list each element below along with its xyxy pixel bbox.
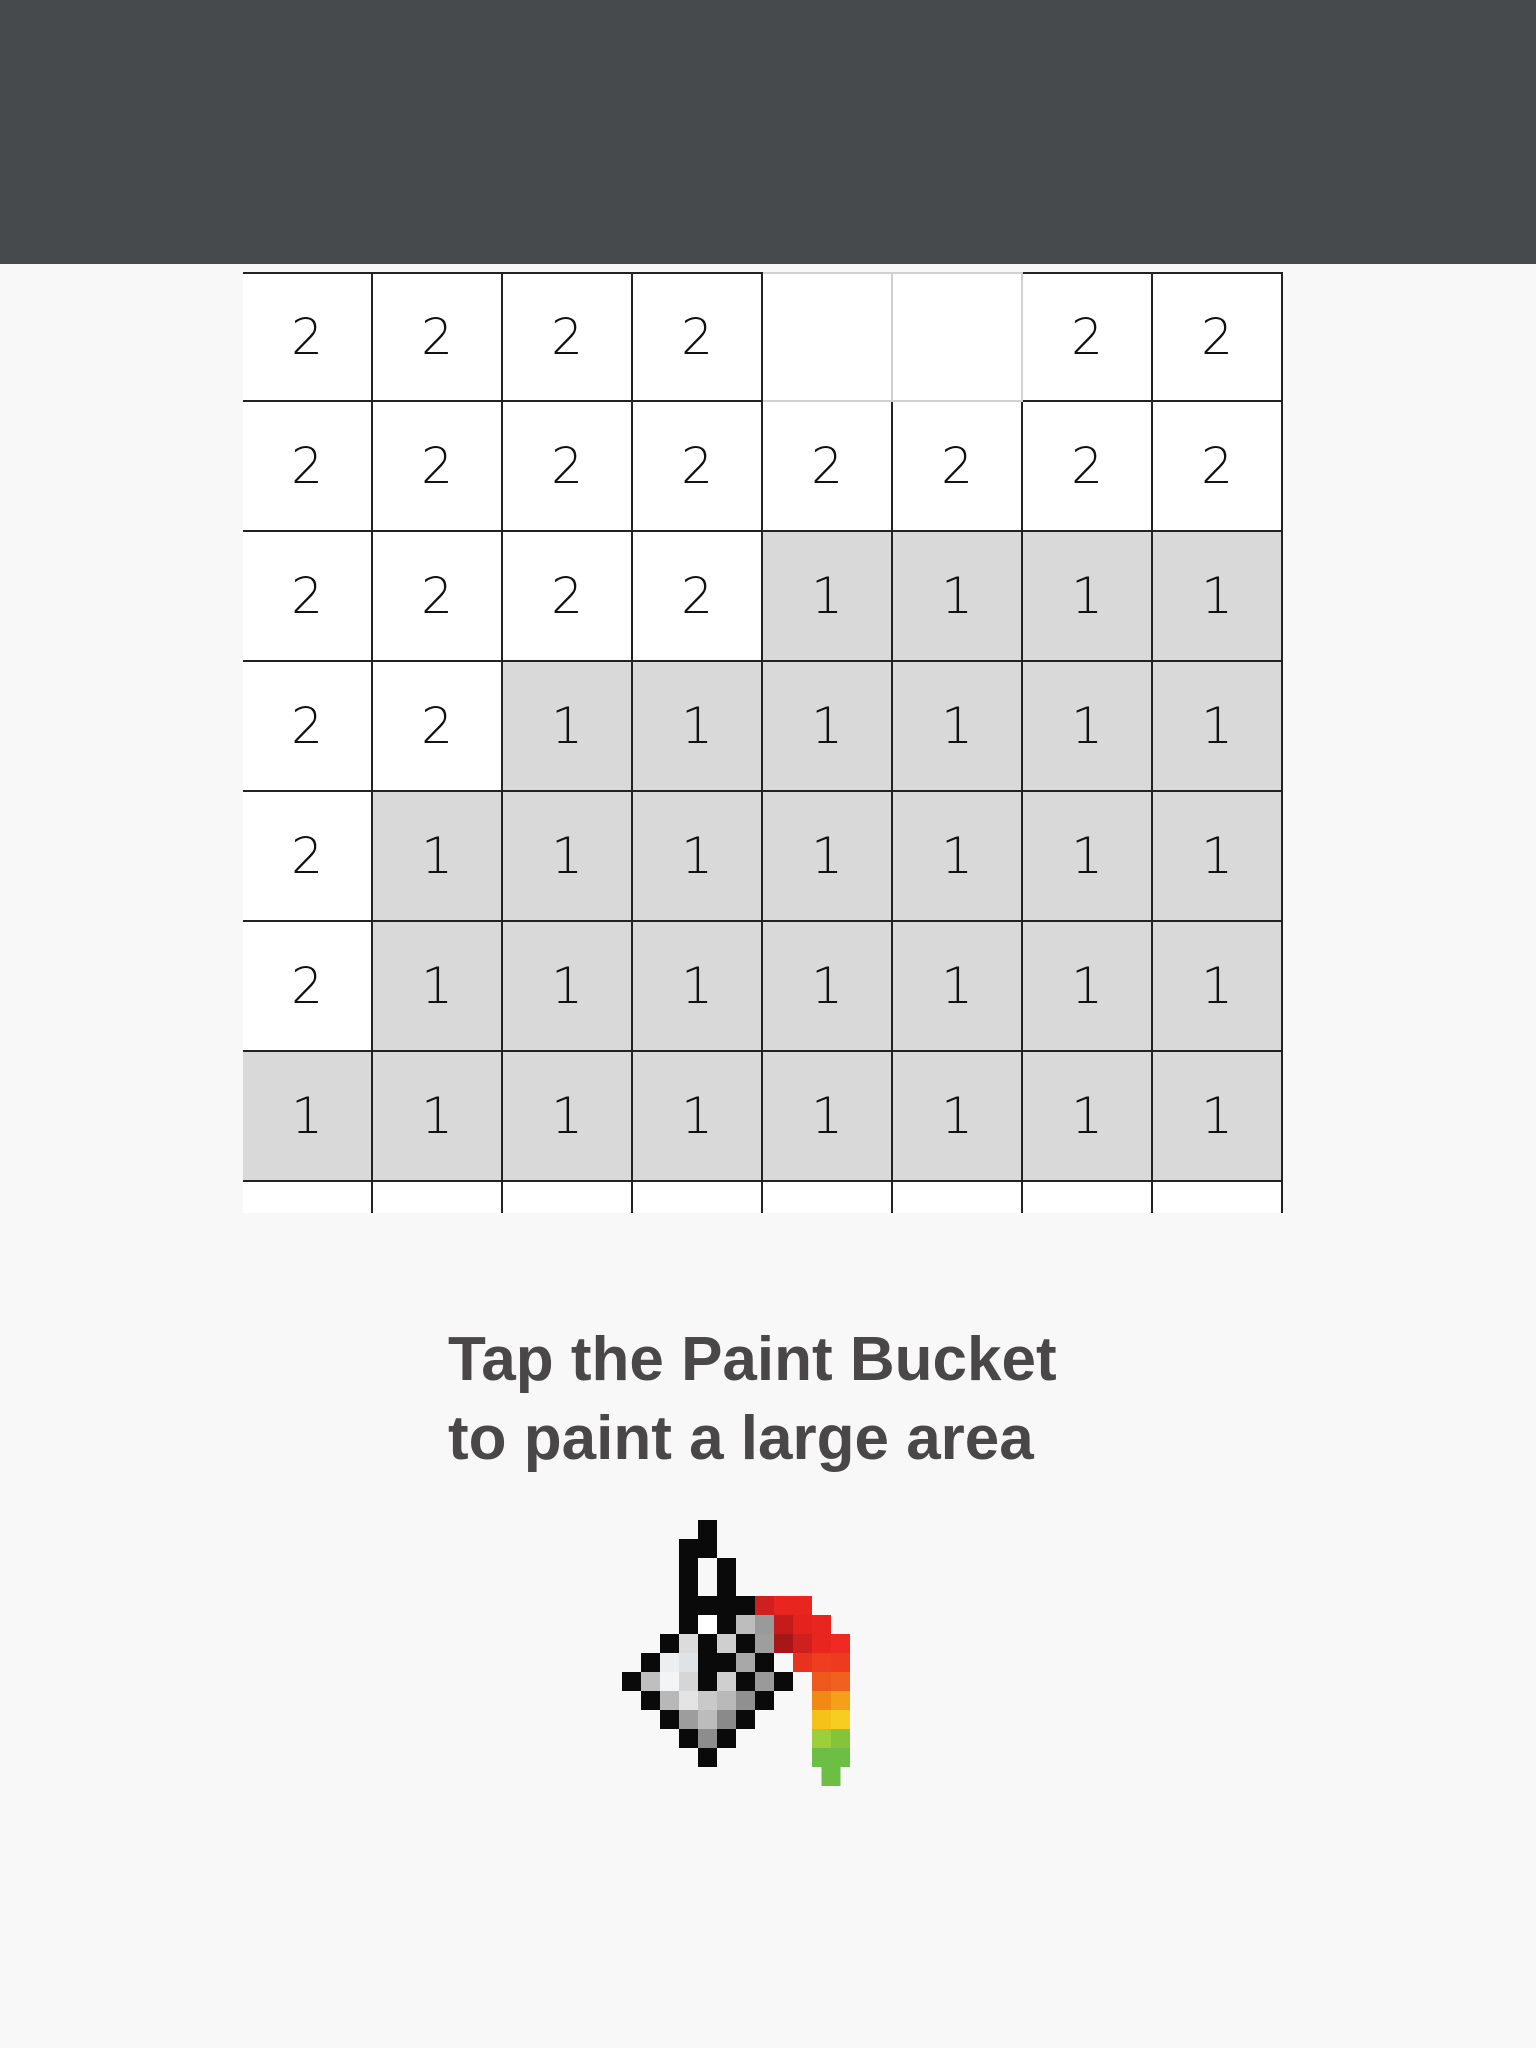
grid-cell[interactable]: 1 [633,792,763,922]
grid-cell[interactable]: 1 [763,1052,893,1182]
grid-cell[interactable]: 2 [373,272,503,402]
grid-cell[interactable]: 1 [763,662,893,792]
grid-cell[interactable]: 1 [1153,792,1283,922]
grid-cell[interactable]: 2 [1023,402,1153,532]
grid-cell[interactable]: 1 [503,922,633,1052]
grid-cell[interactable]: 2 [633,532,763,662]
grid-cell[interactable] [1153,1182,1283,1213]
grid-cell[interactable]: 1 [503,792,633,922]
grid-cell[interactable]: 1 [243,1052,373,1182]
grid-cell[interactable]: 1 [893,1052,1023,1182]
grid-cell[interactable] [893,1182,1023,1213]
grid-cell[interactable]: 2 [373,662,503,792]
grid-cell[interactable]: 1 [893,792,1023,922]
grid-cell[interactable]: 2 [243,922,373,1052]
grid-cell[interactable]: 1 [1023,1052,1153,1182]
grid-cell[interactable] [503,1182,633,1213]
grid-cell[interactable]: 1 [763,532,893,662]
grid-cell[interactable] [893,272,1023,402]
grid-cell[interactable]: 1 [633,1052,763,1182]
grid-cell[interactable]: 2 [503,532,633,662]
grid-cell[interactable]: 2 [503,402,633,532]
instruction-text: Tap the Paint Bucket to paint a large ar… [448,1320,1148,1478]
grid-cell[interactable]: 1 [373,792,503,922]
grid-cell[interactable] [763,1182,893,1213]
grid-cell[interactable]: 2 [633,402,763,532]
grid-cell[interactable]: 2 [1153,402,1283,532]
grid-cell[interactable] [1023,1182,1153,1213]
grid-cell[interactable]: 2 [243,532,373,662]
grid-cell[interactable] [633,1182,763,1213]
grid-cell[interactable]: 1 [373,1052,503,1182]
paint-bucket-icon[interactable] [622,1520,922,1820]
grid-cell[interactable]: 1 [503,1052,633,1182]
grid-cell[interactable]: 1 [633,662,763,792]
grid-cell[interactable]: 2 [243,272,373,402]
grid-cell[interactable]: 2 [1023,272,1153,402]
grid-cell[interactable]: 2 [243,402,373,532]
grid-cell[interactable]: 2 [763,402,893,532]
top-bar [0,0,1536,264]
grid-cell[interactable]: 2 [373,402,503,532]
grid-cell[interactable]: 1 [1153,922,1283,1052]
grid-cell[interactable]: 1 [1153,532,1283,662]
instruction-line-2: to paint a large area [448,1404,1034,1473]
grid-cell[interactable]: 1 [1023,662,1153,792]
grid-cell[interactable]: 2 [1153,272,1283,402]
grid-cell[interactable]: 2 [633,272,763,402]
grid-cell[interactable]: 1 [763,922,893,1052]
grid-cell[interactable]: 1 [893,662,1023,792]
instruction-line-1: Tap the Paint Bucket [448,1325,1057,1394]
grid-cell[interactable]: 2 [373,532,503,662]
grid-cell[interactable]: 2 [243,662,373,792]
grid-cell[interactable] [763,272,893,402]
grid-cell[interactable] [373,1182,503,1213]
grid-cell[interactable]: 1 [1153,662,1283,792]
grid-cell[interactable] [243,1182,373,1213]
paint-by-number-grid[interactable]: 2222222222222222221111221111112111111121… [243,264,1287,1213]
grid-cell[interactable]: 1 [1023,922,1153,1052]
grid-cell[interactable]: 1 [1023,532,1153,662]
grid-cell[interactable]: 2 [503,272,633,402]
grid-cell[interactable]: 1 [893,532,1023,662]
grid-cell[interactable]: 1 [373,922,503,1052]
grid-cell[interactable]: 1 [503,662,633,792]
grid-cell[interactable]: 1 [893,922,1023,1052]
grid-cell[interactable]: 1 [1153,1052,1283,1182]
grid-cell[interactable]: 2 [243,792,373,922]
grid-cell[interactable]: 1 [763,792,893,922]
grid-cell[interactable]: 1 [633,922,763,1052]
grid-cell[interactable]: 1 [1023,792,1153,922]
grid-cell[interactable]: 2 [893,402,1023,532]
